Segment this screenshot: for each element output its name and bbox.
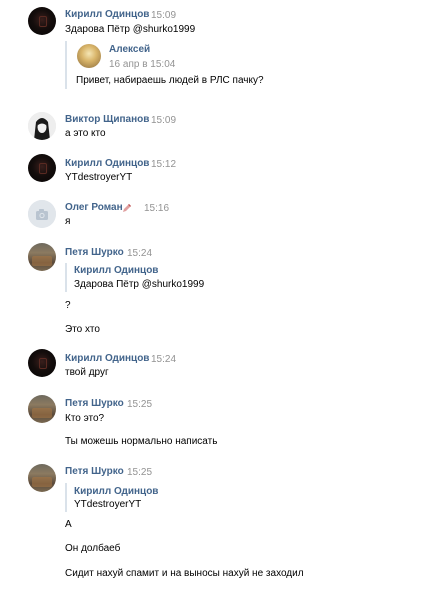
message-author[interactable]: Олег Роман	[65, 202, 123, 213]
forwarded-message[interactable]: Алексей 16 апр в 15:04 Привет, набираешь…	[65, 41, 264, 89]
message-text: YTdestroyerYT	[65, 172, 133, 183]
avatar[interactable]	[28, 395, 56, 423]
message-text: Он долбаеб	[65, 543, 121, 554]
message-author[interactable]: Петя Шурко	[65, 247, 124, 258]
message-text: Это хто	[65, 324, 100, 335]
message-time[interactable]: 15:16	[144, 203, 169, 214]
pencil-icon	[123, 204, 131, 212]
quote-author[interactable]: Кирилл Одинцов	[74, 486, 158, 497]
message-author[interactable]: Виктор Щипанов	[65, 114, 149, 125]
quote-date[interactable]: 16 апр в 15:04	[109, 59, 175, 70]
message-text: Ты можешь нормально написать	[65, 436, 218, 447]
message-author[interactable]: Кирилл Одинцов	[65, 353, 149, 364]
forwarded-message[interactable]: Кирилл Одинцов YTdestroyerYT	[65, 483, 158, 512]
message-time[interactable]: 15:25	[127, 467, 152, 478]
avatar[interactable]	[28, 112, 56, 140]
quote-text: Здарова Пётр @shurko1999	[74, 279, 205, 290]
avatar[interactable]	[28, 200, 56, 228]
message-text: Здарова Пётр @shurko1999	[65, 24, 196, 35]
avatar[interactable]	[28, 349, 56, 377]
forwarded-message[interactable]: Кирилл Одинцов Здарова Пётр @shurko1999	[65, 263, 204, 292]
message-text: ?	[65, 300, 71, 311]
message-time[interactable]: 15:24	[127, 248, 152, 259]
message-time[interactable]: 15:24	[151, 354, 176, 365]
camera-icon	[28, 200, 56, 228]
avatar[interactable]	[28, 464, 56, 492]
avatar[interactable]	[28, 7, 56, 35]
message-text: твой друг	[65, 367, 109, 378]
message-time[interactable]: 15:12	[151, 159, 176, 170]
message-time[interactable]: 15:09	[151, 10, 176, 21]
message-author[interactable]: Кирилл Одинцов	[65, 9, 149, 20]
avatar[interactable]	[28, 154, 56, 182]
message-text: Кто это?	[65, 413, 105, 424]
avatar[interactable]	[77, 44, 101, 68]
message-time[interactable]: 15:25	[127, 399, 152, 410]
quote-text: YTdestroyerYT	[74, 499, 142, 510]
avatar[interactable]	[28, 243, 56, 271]
message-time[interactable]: 15:09	[151, 115, 176, 126]
anime-avatar-icon	[28, 112, 56, 140]
message-author[interactable]: Кирилл Одинцов	[65, 158, 149, 169]
message-author[interactable]: Петя Шурко	[65, 398, 124, 409]
message-text: я	[65, 216, 71, 227]
message-text: Сидит нахуй спамит и на выносы нахуй не …	[65, 568, 304, 579]
message-author[interactable]: Петя Шурко	[65, 466, 124, 477]
quote-text: Привет, набираешь людей в РЛС пачку?	[76, 75, 264, 86]
message-text: а это кто	[65, 128, 106, 139]
quote-author[interactable]: Алексей	[109, 44, 150, 55]
message-text: А	[65, 519, 72, 530]
quote-author[interactable]: Кирилл Одинцов	[74, 265, 158, 276]
